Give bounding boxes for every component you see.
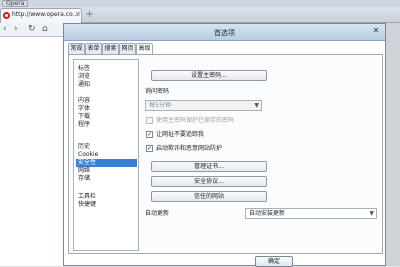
category-item-browsing[interactable]: 浏览 bbox=[76, 73, 137, 81]
category-item-storage[interactable]: 存储 bbox=[76, 175, 137, 183]
tab-webpages[interactable]: 网页 bbox=[119, 43, 136, 54]
use-master-password-checkbox[interactable] bbox=[146, 117, 153, 124]
forward-icon[interactable]: › bbox=[14, 24, 18, 35]
category-item-downloads[interactable]: 下载 bbox=[76, 113, 137, 121]
fraud-protection-label: 启动欺诈和恶意网站防护 bbox=[156, 145, 223, 152]
auto-update-select[interactable]: 自动安装更新 ▼ bbox=[245, 208, 377, 219]
category-item-toolbars[interactable]: 工具栏 bbox=[76, 193, 137, 201]
browser-tab-title: http://www.opera.co... bbox=[12, 11, 79, 18]
tab-forms[interactable]: 表单 bbox=[85, 43, 102, 54]
chevron-down-icon: ▼ bbox=[369, 210, 374, 217]
inform-insecure-label: 让网址不要追踪我 bbox=[156, 131, 205, 138]
auto-update-label: 自动更新 bbox=[145, 210, 170, 217]
tab-close-icon[interactable]: × bbox=[75, 10, 81, 18]
category-item-fonts[interactable]: 字体 bbox=[76, 105, 137, 113]
dialog-title: 首选项 bbox=[214, 29, 235, 37]
auto-update-value: 自动安装更新 bbox=[249, 210, 286, 217]
category-item-shortcuts[interactable]: 快捷键 bbox=[76, 201, 137, 209]
category-item-history[interactable]: 历史 bbox=[76, 143, 137, 151]
security-protocols-button[interactable]: 安全协议... bbox=[151, 176, 267, 187]
chevron-down-icon: ▼ bbox=[254, 102, 259, 109]
ask-password-label: 询问密码 bbox=[145, 88, 170, 95]
security-panel: 设置主密码... 询问密码 每5分钟 ▼ 使用主密码保护已保存的密码 ✓ 让网址… bbox=[145, 55, 381, 253]
category-item-tabs[interactable]: 标签 bbox=[76, 65, 137, 73]
tab-strip: http://www.opera.co... × + bbox=[0, 7, 400, 23]
ask-password-value: 每5分钟 bbox=[149, 102, 171, 109]
navigation-bar: ‹ › ↻ ⌂ bbox=[0, 23, 63, 37]
set-master-password-button[interactable]: 设置主密码... bbox=[151, 70, 267, 81]
preferences-dialog: 首选项 ✕ 常规 表单 搜索 网页 高级 标签 浏览 通知 内容 字体 下载 程… bbox=[63, 23, 386, 267]
tab-search[interactable]: 搜索 bbox=[102, 43, 119, 54]
ok-button[interactable]: 确定 bbox=[255, 256, 293, 267]
page-background bbox=[386, 23, 400, 266]
category-item-content[interactable]: 内容 bbox=[76, 97, 137, 105]
category-item-programs[interactable]: 程序 bbox=[76, 121, 137, 129]
fraud-protection-checkbox[interactable]: ✓ bbox=[146, 145, 153, 152]
close-icon[interactable]: ✕ bbox=[370, 26, 382, 37]
tab-content: 标签 浏览 通知 内容 字体 下载 程序 历史 Cookie 安全性 网络 存储… bbox=[68, 54, 383, 254]
use-master-password-label: 使用主密码保护已保存的密码 bbox=[156, 117, 235, 124]
reload-icon[interactable]: ↻ bbox=[28, 24, 36, 35]
inform-insecure-checkbox[interactable]: ✓ bbox=[146, 131, 153, 138]
browser-tab[interactable]: http://www.opera.co... × bbox=[0, 8, 82, 23]
back-icon[interactable]: ‹ bbox=[3, 24, 7, 35]
category-list: 标签 浏览 通知 内容 字体 下载 程序 历史 Cookie 安全性 网络 存储… bbox=[73, 59, 139, 251]
menu-bar: Opera bbox=[0, 0, 400, 7]
ask-password-select[interactable]: 每5分钟 ▼ bbox=[145, 100, 262, 111]
manage-certificates-button[interactable]: 管理证书... bbox=[151, 161, 267, 172]
web-page-area bbox=[0, 37, 63, 266]
tab-general[interactable]: 常规 bbox=[68, 43, 85, 54]
new-tab-button[interactable]: + bbox=[84, 10, 95, 20]
opera-logo-icon bbox=[3, 12, 10, 19]
category-item-notifications[interactable]: 通知 bbox=[76, 81, 137, 89]
home-icon[interactable]: ⌂ bbox=[42, 24, 48, 35]
category-item-security[interactable]: 安全性 bbox=[76, 159, 137, 167]
trusted-sites-button[interactable]: 信任的网站 bbox=[151, 191, 267, 202]
category-item-network[interactable]: 网络 bbox=[76, 167, 137, 175]
opera-menu-button[interactable]: Opera bbox=[2, 0, 29, 7]
category-item-cookies[interactable]: Cookie bbox=[76, 151, 137, 159]
dialog-title-bar[interactable]: 首选项 ✕ bbox=[64, 24, 385, 41]
